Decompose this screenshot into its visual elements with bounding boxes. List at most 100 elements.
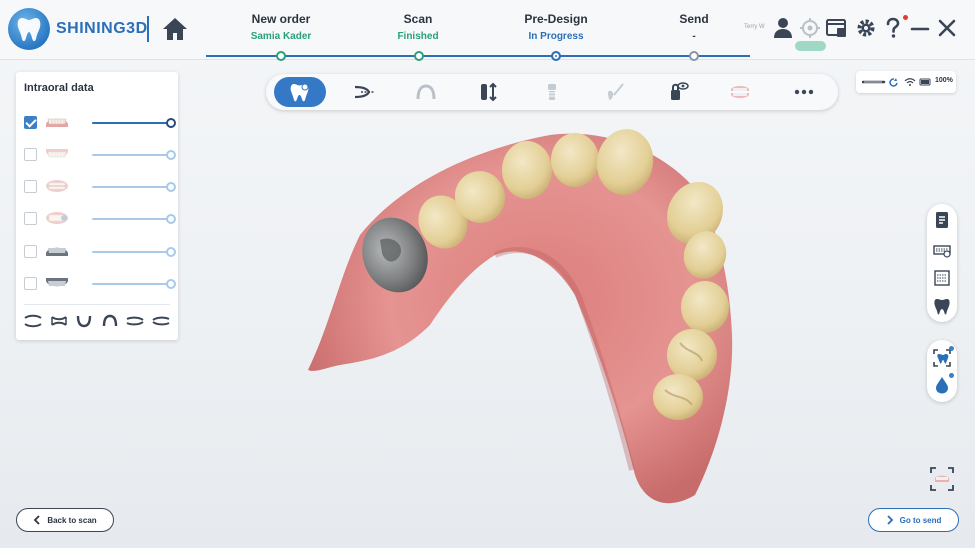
layer-checkbox[interactable]	[24, 277, 37, 290]
step-send[interactable]: Send -	[634, 12, 754, 42]
step-dot-pre-design	[551, 51, 561, 61]
slider-knob[interactable]	[166, 279, 176, 289]
help-button[interactable]	[882, 16, 904, 40]
scanner-status-icons	[862, 78, 931, 87]
abutment-icon	[548, 84, 556, 100]
arch-icon	[416, 84, 436, 100]
opacity-slider[interactable]	[92, 214, 176, 224]
close-button[interactable]	[936, 16, 958, 40]
slider-knob[interactable]	[166, 118, 176, 128]
upper-pre-op-icon	[46, 247, 68, 256]
arch-left-icon[interactable]	[126, 314, 144, 328]
go-to-send-button[interactable]: Go to send	[868, 508, 959, 532]
layer-row-upper-pre-op	[24, 243, 176, 259]
layer-checkbox[interactable]	[24, 245, 37, 258]
chevron-right-icon	[886, 515, 893, 525]
layer-checkbox[interactable]	[24, 116, 37, 129]
slider-knob[interactable]	[166, 247, 176, 257]
opacity-slider[interactable]	[92, 182, 176, 192]
help-icon	[886, 17, 900, 38]
fit-view-button[interactable]	[929, 466, 955, 492]
arch-tool[interactable]	[400, 77, 452, 107]
tooth-select-icon[interactable]	[932, 348, 952, 368]
step-title: Scan	[403, 12, 433, 26]
calibration-button[interactable]	[799, 16, 821, 40]
arch-upper-icon[interactable]	[101, 314, 119, 328]
slider-knob[interactable]	[166, 150, 176, 160]
screen-button[interactable]	[826, 16, 848, 40]
slider-fill	[92, 122, 172, 124]
step-status: Samia Kader	[250, 31, 312, 42]
brand-logo: SHINING3D	[8, 8, 148, 50]
lower-jaw-icon	[46, 149, 68, 158]
occlusion-tool[interactable]	[714, 77, 766, 107]
opacity-slider[interactable]	[92, 150, 176, 160]
arch-both-icon[interactable]	[50, 314, 68, 328]
margin-line-icon	[354, 85, 374, 99]
occlusion-map-icon[interactable]	[932, 240, 952, 260]
panel-title: Intraoral data	[24, 82, 94, 94]
back-to-scan-button[interactable]: Back to scan	[16, 508, 114, 532]
next-button-label: Go to send	[899, 515, 942, 525]
slider-knob[interactable]	[166, 214, 176, 224]
step-title: Pre-Design	[524, 12, 588, 26]
layer-checkbox[interactable]	[24, 212, 37, 225]
insertion-axis-icon	[481, 82, 497, 102]
arch-front-icon[interactable]	[24, 314, 42, 328]
sync-icon	[889, 78, 898, 87]
more-icon	[794, 89, 814, 95]
minimize-icon	[910, 27, 930, 31]
tooth-icon[interactable]	[932, 296, 952, 316]
step-status: Finished	[397, 31, 439, 42]
tooth-edit-tool[interactable]	[274, 77, 326, 107]
abutment-tool[interactable]	[526, 77, 578, 107]
insertion-axis-tool[interactable]	[463, 77, 515, 107]
logo-divider	[147, 16, 149, 42]
design-toolbar	[266, 74, 838, 110]
settings-button[interactable]	[855, 16, 877, 40]
arch-lower-icon[interactable]	[75, 314, 93, 328]
lower-bite-icon	[46, 212, 68, 224]
user-button[interactable]	[772, 16, 794, 40]
step-dot-new-order	[276, 51, 286, 61]
battery-icon	[919, 78, 931, 86]
arch-right-icon[interactable]	[152, 314, 170, 328]
panel-divider	[24, 304, 170, 305]
opacity-slider[interactable]	[92, 247, 176, 257]
margin-line-tool[interactable]	[338, 77, 390, 107]
home-button[interactable]	[161, 16, 189, 42]
opacity-slider[interactable]	[92, 279, 176, 289]
report-icon[interactable]	[932, 210, 952, 230]
more-tool[interactable]	[778, 77, 830, 107]
layer-row-lower-pre-op	[24, 275, 176, 291]
water-drop-icon[interactable]	[932, 375, 952, 395]
upper-bite-icon	[46, 180, 68, 192]
layer-row-upper-bite	[24, 178, 176, 194]
intraoral-data-panel: Intraoral data	[16, 72, 178, 340]
step-pre-design[interactable]: Pre-Design In Progress	[496, 12, 616, 42]
layer-checkbox[interactable]	[24, 148, 37, 161]
progress-line	[206, 55, 750, 57]
side-tools-top	[927, 204, 957, 322]
lower-pre-op-icon	[46, 278, 68, 287]
visibility-lock-tool[interactable]	[652, 77, 704, 107]
step-title: Send	[679, 12, 709, 26]
sculpt-tool[interactable]	[589, 77, 641, 107]
device-status-badge	[795, 41, 826, 51]
layer-checkbox[interactable]	[24, 180, 37, 193]
occlusion-icon	[731, 86, 749, 98]
side-tools-bottom	[927, 340, 957, 402]
slider-knob[interactable]	[166, 182, 176, 192]
minimize-button[interactable]	[909, 16, 931, 40]
view-buttons	[24, 314, 170, 330]
step-scan[interactable]: Scan Finished	[358, 12, 478, 42]
chevron-left-icon	[34, 515, 40, 525]
step-status: In Progress	[528, 31, 584, 42]
step-new-order[interactable]: New order Samia Kader	[221, 12, 341, 42]
measure-icon[interactable]	[932, 268, 952, 288]
step-dot-scan	[414, 51, 424, 61]
opacity-slider[interactable]	[92, 118, 176, 128]
user-icon	[774, 18, 792, 38]
upper-jaw-3d-model[interactable]	[300, 125, 740, 510]
layer-row-lower-bite	[24, 210, 176, 226]
